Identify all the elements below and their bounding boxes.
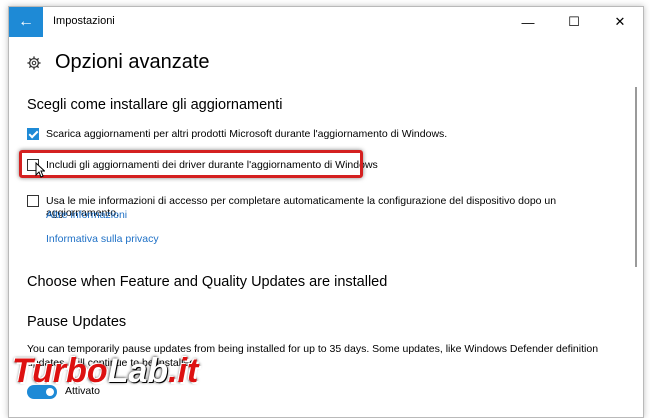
watermark-part2: Lab bbox=[107, 352, 169, 390]
section-title-pause: Pause Updates bbox=[27, 314, 127, 330]
checkbox-sign-in-info[interactable] bbox=[27, 195, 39, 207]
back-button[interactable]: ← bbox=[9, 7, 43, 37]
window-title: Impostazioni bbox=[53, 15, 115, 27]
page-title: Opzioni avanzate bbox=[55, 51, 210, 73]
checkbox-microsoft-products[interactable] bbox=[27, 128, 39, 140]
close-icon: ✕ bbox=[614, 14, 626, 29]
gear-icon bbox=[27, 55, 41, 70]
mouse-cursor-icon bbox=[35, 162, 45, 178]
back-arrow-icon: ← bbox=[18, 13, 34, 30]
watermark-part3: .it bbox=[168, 352, 199, 390]
highlight-box bbox=[19, 150, 363, 178]
close-button[interactable]: ✕ bbox=[597, 7, 643, 37]
option-microsoft-products[interactable]: Scarica aggiornamenti per altri prodotti… bbox=[27, 128, 447, 140]
scroll-thumb[interactable] bbox=[635, 87, 637, 267]
title-bar: ← Impostazioni — ☐ ✕ bbox=[9, 7, 643, 37]
minimize-icon: — bbox=[521, 14, 535, 30]
privacy-link[interactable]: Informativa sulla privacy bbox=[46, 233, 159, 245]
option-label: Scarica aggiornamenti per altri prodotti… bbox=[46, 128, 448, 140]
scrollbar[interactable] bbox=[629, 37, 643, 417]
section-title-install: Scegli come installare gli aggiornamenti bbox=[27, 97, 283, 113]
watermark-part1: Turbo bbox=[12, 352, 108, 390]
maximize-button[interactable]: ☐ bbox=[551, 7, 597, 37]
more-info-link[interactable]: Altre informazioni bbox=[46, 209, 127, 221]
watermark-logo: TurboLab.it bbox=[12, 352, 198, 391]
minimize-button[interactable]: — bbox=[505, 7, 551, 37]
page-header: Opzioni avanzate bbox=[27, 51, 210, 74]
option-label: Usa le mie informazioni di accesso per c… bbox=[46, 195, 557, 219]
maximize-icon: ☐ bbox=[568, 14, 580, 29]
section-title-feature: Choose when Feature and Quality Updates … bbox=[27, 274, 388, 290]
